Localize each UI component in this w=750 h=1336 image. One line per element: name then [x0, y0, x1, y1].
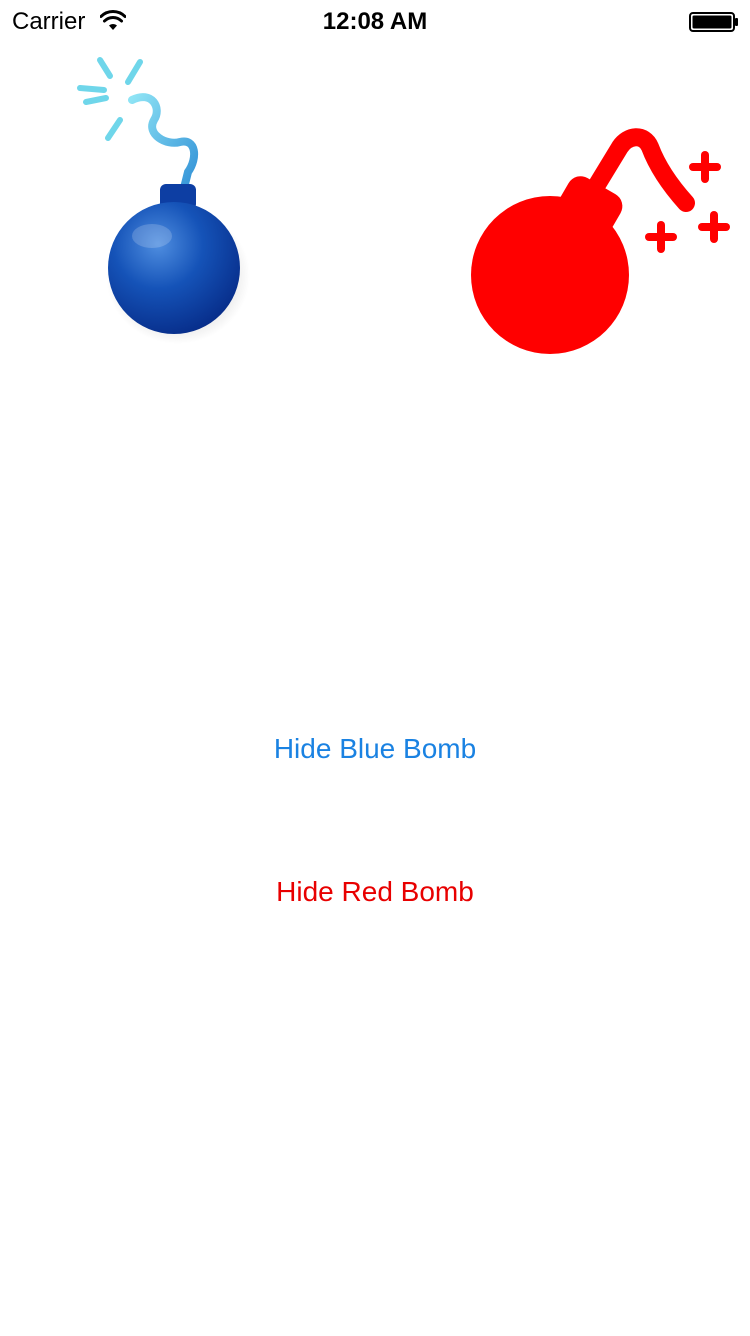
hide-blue-bomb-button[interactable]: Hide Blue Bomb — [0, 733, 750, 765]
battery-full-icon — [689, 12, 738, 32]
status-bar: Carrier 12:08 AM — [0, 0, 750, 44]
blue-bomb-icon — [77, 57, 250, 344]
red-bomb-icon — [471, 128, 730, 354]
app-screen: Carrier 12:08 AM Hide Blue Bomb Hide Red… — [0, 0, 750, 1336]
hide-red-bomb-button[interactable]: Hide Red Bomb — [0, 876, 750, 908]
status-time: 12:08 AM — [322, 8, 428, 35]
